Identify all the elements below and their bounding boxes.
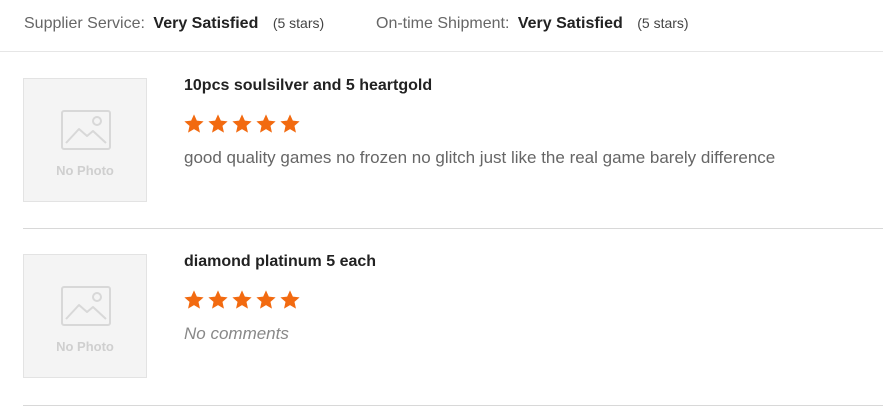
review-item: No Photo diamond platinum 5 each No comm…: [0, 229, 883, 406]
seller-ratings-bar: Supplier Service: Very Satisfied (5 star…: [0, 0, 883, 52]
star-filled-icon: [208, 290, 228, 309]
rating-label: On-time Shipment:: [376, 15, 510, 32]
image-placeholder-icon: [61, 286, 111, 326]
star-filled-icon: [184, 290, 204, 309]
review-title: 10pcs soulsilver and 5 heartgold: [184, 77, 433, 94]
rating-stars-text: (5 stars): [637, 15, 689, 31]
review-comment-empty: No comments: [184, 324, 289, 343]
review-thumbnail[interactable]: No Photo: [23, 78, 147, 202]
star-filled-icon: [232, 114, 252, 133]
shipment-rating: On-time Shipment: Very Satisfied (5 star…: [376, 12, 689, 35]
rating-value: Very Satisfied: [153, 15, 259, 32]
no-photo-text: No Photo: [56, 339, 114, 354]
star-filled-icon: [256, 114, 276, 133]
star-filled-icon: [208, 114, 228, 133]
supplier-service-rating: Supplier Service: Very Satisfied (5 star…: [24, 12, 324, 35]
star-filled-icon: [256, 290, 276, 309]
rating-label: Supplier Service:: [24, 15, 145, 32]
rating-stars-text: (5 stars): [272, 15, 325, 31]
star-filled-icon: [280, 290, 300, 309]
review-item: No Photo 10pcs soulsilver and 5 heartgol…: [0, 53, 883, 229]
star-filled-icon: [280, 114, 300, 133]
rating-value: Very Satisfied: [517, 15, 623, 32]
star-filled-icon: [184, 114, 204, 133]
review-title: diamond platinum 5 each: [184, 253, 377, 270]
review-thumbnail[interactable]: No Photo: [23, 254, 147, 378]
image-placeholder-icon: [61, 110, 111, 150]
review-comment: good quality games no frozen no glitch j…: [184, 148, 776, 167]
no-photo-text: No Photo: [56, 163, 114, 178]
star-rating: [183, 113, 301, 137]
star-filled-icon: [232, 290, 252, 309]
star-rating: [183, 289, 301, 313]
review-divider: [23, 405, 883, 406]
